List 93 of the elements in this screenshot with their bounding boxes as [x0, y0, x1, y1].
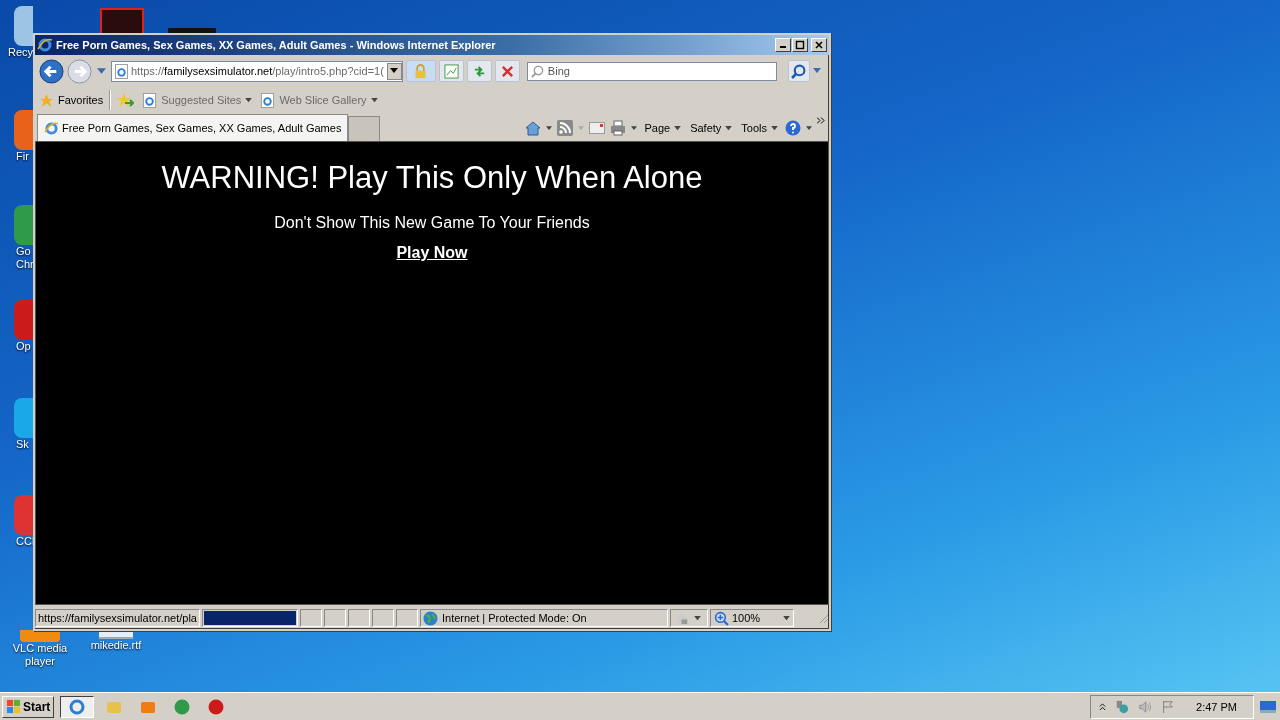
- mail-icon[interactable]: [589, 120, 606, 136]
- new-tab-button[interactable]: [348, 116, 381, 141]
- windows-logo-icon: [6, 699, 21, 714]
- icon-label: Chr: [16, 258, 34, 271]
- url-text: https://familysexsimulator.net/play/intro5.php?cid=1(: [131, 65, 384, 77]
- status-pane: [347, 609, 370, 627]
- stop-icon: [499, 63, 515, 79]
- minimize-button[interactable]: [775, 38, 791, 52]
- round-app-icon: [208, 698, 225, 715]
- close-icon: [814, 40, 824, 50]
- caret-icon: [771, 125, 778, 131]
- icon-label: Sk: [16, 438, 29, 451]
- icon-label: Op: [16, 340, 31, 353]
- favorites-link[interactable]: Suggested Sites: [142, 92, 253, 108]
- address-bar[interactable]: https://familysexsimulator.net/play/intro5.php?cid=1(: [111, 60, 403, 82]
- maximize-button[interactable]: [792, 38, 808, 52]
- caret-icon: [782, 615, 790, 621]
- caret-icon[interactable]: [693, 615, 701, 621]
- round-app-icon[interactable]: [14, 205, 33, 245]
- clock[interactable]: 2:47 PM: [1196, 700, 1237, 713]
- start-button[interactable]: Start: [2, 695, 55, 718]
- search-options-icon[interactable]: [812, 68, 821, 74]
- caret-icon: [390, 68, 399, 74]
- zoom-icon: [713, 610, 729, 626]
- page-icon: [115, 63, 128, 79]
- status-pane: [299, 609, 322, 627]
- chevron-icon[interactable]: [817, 117, 825, 124]
- icon-label: Recy: [8, 46, 34, 59]
- zoom-button[interactable]: 100%: [709, 609, 794, 627]
- maximize-icon: [795, 40, 805, 50]
- globe-icon: [422, 610, 438, 626]
- icon-label: Fir: [16, 150, 29, 163]
- history-dropdown-icon[interactable]: [97, 67, 106, 75]
- caret-icon[interactable]: [546, 125, 553, 131]
- show-hidden-icons-icon[interactable]: [1099, 702, 1107, 711]
- help-icon[interactable]: [785, 120, 801, 136]
- volume-icon[interactable]: [1138, 699, 1153, 714]
- favorites-button[interactable]: Favorites: [39, 92, 104, 108]
- icon-label: mikedie.rtf: [90, 639, 142, 652]
- taskbar-button[interactable]: [60, 695, 95, 718]
- ie-logo-icon: [69, 698, 86, 715]
- search-field[interactable]: Bing: [526, 61, 777, 81]
- icon-label: player: [25, 655, 55, 668]
- resize-grip-icon[interactable]: [817, 612, 829, 624]
- star-icon: [39, 92, 54, 108]
- network-icon[interactable]: [1115, 699, 1130, 714]
- status-text: https://familysexsimulator.net/pla: [35, 609, 200, 627]
- flag-icon[interactable]: [1161, 699, 1176, 714]
- menu-button[interactable]: Page: [642, 122, 684, 134]
- refresh-button[interactable]: [466, 60, 492, 82]
- caret-icon[interactable]: [631, 125, 638, 131]
- compatibility-button[interactable]: [438, 60, 464, 82]
- back-button[interactable]: [39, 58, 64, 84]
- status-pane: [323, 609, 346, 627]
- ie-logo-icon: [37, 37, 53, 53]
- feed-icon[interactable]: [557, 120, 574, 136]
- search-button[interactable]: [787, 60, 810, 82]
- play-now-link[interactable]: Play Now: [396, 244, 468, 262]
- add-favorite-icon[interactable]: [116, 92, 135, 108]
- status-pane: [395, 609, 418, 627]
- icon-label: CCl: [16, 535, 35, 548]
- status-pane: [371, 609, 394, 627]
- page-icon: [260, 92, 276, 108]
- padlock-icon: [413, 63, 429, 79]
- zone-text: Internet | Protected Mode: On: [441, 612, 587, 624]
- caret-icon: [370, 97, 378, 103]
- window-title: Free Porn Games, Sex Games, XX Games, Adult Games - Windows Internet Explorer: [56, 39, 497, 51]
- menu-button[interactable]: Tools: [739, 122, 780, 134]
- close-button[interactable]: [811, 38, 827, 52]
- icon-label: Go: [16, 245, 31, 258]
- subheading: Don't Show This New Game To Your Friends: [274, 214, 590, 232]
- ie-logo-icon: [44, 120, 59, 136]
- icon-label: VLC media: [12, 642, 68, 655]
- browser-tab[interactable]: Free Porn Games, Sex Games, XX Games, Adult Games: [37, 114, 349, 141]
- caret-icon: [245, 97, 253, 103]
- search-icon: [791, 63, 807, 79]
- caret-icon: [725, 125, 733, 131]
- app-icon[interactable]: [100, 8, 144, 33]
- caret-icon[interactable]: [806, 125, 812, 131]
- menu-button[interactable]: Safety: [688, 122, 735, 134]
- recycle-bin-icon[interactable]: [14, 6, 33, 46]
- caret-icon: [674, 125, 682, 131]
- stop-button[interactable]: [494, 60, 520, 82]
- minimize-icon: [780, 46, 786, 48]
- show-desktop-icon[interactable]: [1260, 700, 1276, 713]
- warning-heading: WARNING! Play This Only When Alone: [161, 160, 703, 196]
- page-icon: [142, 92, 158, 108]
- dropdown-button[interactable]: [386, 62, 402, 80]
- favorites-link[interactable]: Web Slice Gallery: [260, 92, 378, 108]
- round-app-icon: [174, 698, 191, 715]
- home-icon[interactable]: [525, 120, 542, 136]
- search-icon: [530, 64, 544, 78]
- print-icon[interactable]: [610, 120, 627, 136]
